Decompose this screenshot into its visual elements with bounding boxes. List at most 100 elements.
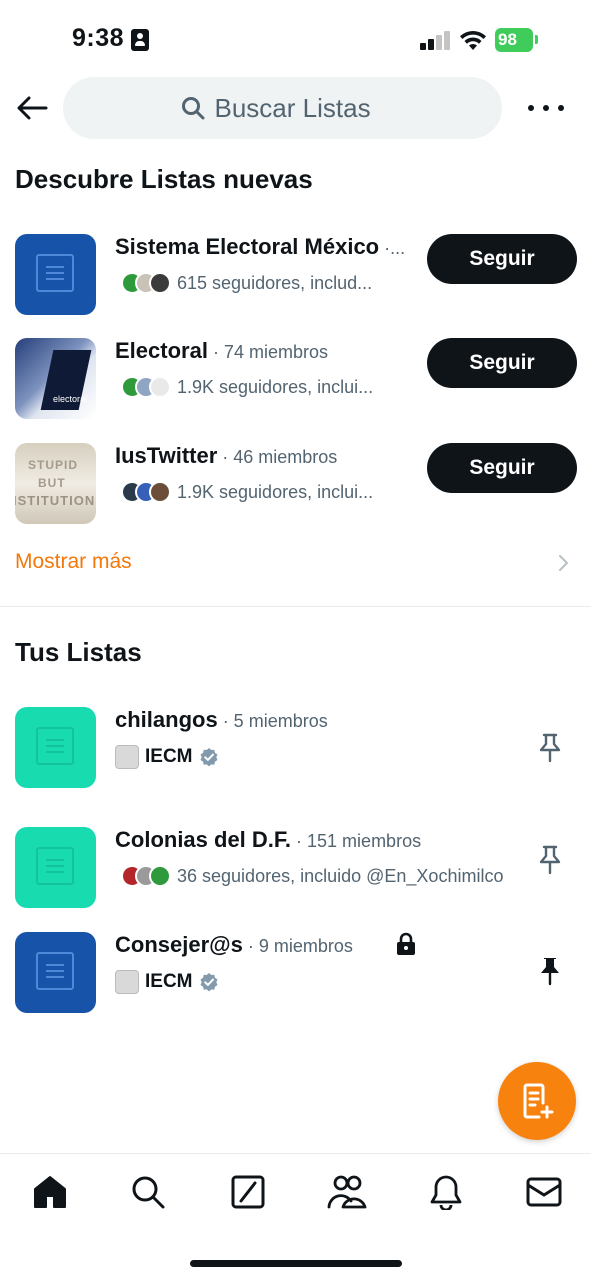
discover-list-item[interactable]: Sistema Electoral México ·... 615 seguid…: [0, 234, 591, 324]
list-meta: · 74 miembros: [207, 342, 328, 362]
tab-communities[interactable]: [327, 1172, 367, 1212]
show-more-link[interactable]: Mostrar más: [15, 550, 132, 574]
list-followers: 1.9K seguidores, inclui...: [177, 376, 374, 397]
list-title: IusTwitter · 46 miembros: [115, 443, 337, 469]
list-followers: 36 seguidores, incluido @En_Xochimilco: [177, 865, 504, 886]
tab-search[interactable]: [128, 1172, 168, 1212]
list-followers-row: 1.9K seguidores, inclui...: [115, 481, 373, 503]
owner-name: IECM: [145, 971, 193, 992]
wifi-icon: [460, 30, 486, 50]
battery-indicator: 98: [495, 28, 533, 52]
list-meta: · 5 miembros: [217, 711, 328, 731]
new-list-icon: [523, 1083, 554, 1119]
tab-grok[interactable]: [228, 1172, 268, 1212]
tab-messages[interactable]: [524, 1172, 564, 1212]
owner-avatar: [115, 970, 139, 994]
arrow-left-icon: [17, 96, 48, 120]
owner-avatar: [115, 745, 139, 769]
status-bar: 9:38 98: [0, 0, 591, 70]
dot-icon: [528, 105, 534, 111]
pin-filled-icon[interactable]: [537, 956, 563, 986]
list-meta: · 151 miembros: [291, 831, 422, 851]
your-lists-title: Tus Listas: [15, 637, 142, 667]
pin-outline-icon[interactable]: [537, 733, 563, 763]
home-indicator: [190, 1260, 402, 1267]
grok-icon: [231, 1175, 265, 1209]
list-meta: · 9 miembros: [242, 936, 353, 956]
list-document-icon: [36, 952, 74, 990]
search-input[interactable]: [214, 92, 385, 124]
mail-icon: [526, 1177, 562, 1207]
follower-avatars: [121, 272, 171, 294]
verified-badge-icon: [200, 973, 217, 992]
cellular-signal-icon: [420, 30, 452, 50]
follower-avatars: [121, 865, 171, 887]
list-title: Sistema Electoral México ·...: [115, 234, 415, 260]
follower-avatars: [121, 376, 171, 398]
list-title: Electoral · 74 miembros: [115, 338, 328, 364]
list-name: Electoral: [115, 338, 208, 363]
list-thumbnail: [15, 234, 96, 315]
search-lists-field[interactable]: [63, 77, 502, 139]
list-owner-row: IECM: [115, 745, 219, 769]
thumbnail-caption: electoral: [53, 394, 88, 404]
contact-card-icon: [131, 29, 149, 51]
pin-outline-icon[interactable]: [537, 845, 563, 875]
list-meta: · 46 miembros: [217, 447, 338, 467]
list-thumbnail: [15, 707, 96, 788]
follower-avatars: [121, 481, 171, 503]
list-name: chilangos: [115, 707, 218, 732]
list-title: Colonias del D.F. · 151 miembros: [115, 827, 421, 853]
list-name: Sistema Electoral México: [115, 234, 380, 259]
list-followers-row: 615 seguidores, includ...: [115, 272, 372, 294]
thumbnail-text: ISTITUTION: [15, 493, 96, 508]
thumbnail-text: BUT: [38, 476, 66, 490]
discover-list-item[interactable]: STUPID BUT ISTITUTION IusTwitter · 46 mi…: [0, 443, 591, 533]
list-name: IusTwitter: [115, 443, 218, 468]
avatar: [149, 481, 171, 503]
tab-notifications[interactable]: [426, 1172, 466, 1212]
list-document-icon: [36, 847, 74, 885]
back-button[interactable]: [14, 92, 50, 124]
list-followers-row: 36 seguidores, incluido @En_Xochimilco: [115, 865, 503, 887]
list-name: Colonias del D.F.: [115, 827, 292, 852]
bell-icon: [430, 1175, 462, 1210]
your-list-item[interactable]: Consejer@s · 9 miembros IECM: [0, 932, 591, 1022]
chevron-right-icon[interactable]: [558, 554, 570, 572]
follow-button[interactable]: Seguir: [427, 443, 577, 493]
owner-name: IECM: [145, 746, 193, 767]
your-list-item[interactable]: chilangos · 5 miembros IECM: [0, 707, 591, 797]
list-meta: ·...: [379, 238, 406, 258]
thumbnail-text: STUPID: [28, 458, 79, 472]
communities-icon: [327, 1175, 367, 1209]
avatar: [149, 865, 171, 887]
list-followers: 615 seguidores, includ...: [177, 272, 373, 293]
tab-home[interactable]: [30, 1172, 70, 1212]
list-followers-row: 1.9K seguidores, inclui...: [115, 376, 373, 398]
search-icon: [181, 97, 204, 120]
your-list-item[interactable]: Colonias del D.F. · 151 miembros 36 segu…: [0, 827, 591, 917]
list-title: chilangos · 5 miembros: [115, 707, 328, 733]
list-followers: 1.9K seguidores, inclui...: [177, 481, 374, 502]
search-icon: [132, 1176, 165, 1209]
discover-list-item[interactable]: electoral Electoral · 74 miembros 1.9K s…: [0, 338, 591, 428]
status-time: 9:38: [72, 24, 125, 52]
follow-button[interactable]: Seguir: [427, 234, 577, 284]
lock-icon: [397, 932, 415, 955]
list-thumbnail: [15, 827, 96, 908]
list-name: Consejer@s: [115, 932, 243, 957]
more-options-button[interactable]: [528, 96, 564, 120]
list-owner-row: IECM: [115, 970, 219, 994]
dot-icon: [558, 105, 564, 111]
follow-button[interactable]: Seguir: [427, 338, 577, 388]
discover-section-title: Descubre Listas nuevas: [15, 164, 313, 194]
avatar: [149, 376, 171, 398]
dot-icon: [543, 105, 549, 111]
list-thumbnail: STUPID BUT ISTITUTION: [15, 443, 96, 524]
list-document-icon: [36, 254, 74, 292]
create-list-button[interactable]: [498, 1062, 576, 1140]
list-thumbnail: [15, 932, 96, 1013]
home-icon: [34, 1176, 66, 1208]
battery-tip: [535, 35, 538, 44]
section-divider: [0, 606, 591, 607]
